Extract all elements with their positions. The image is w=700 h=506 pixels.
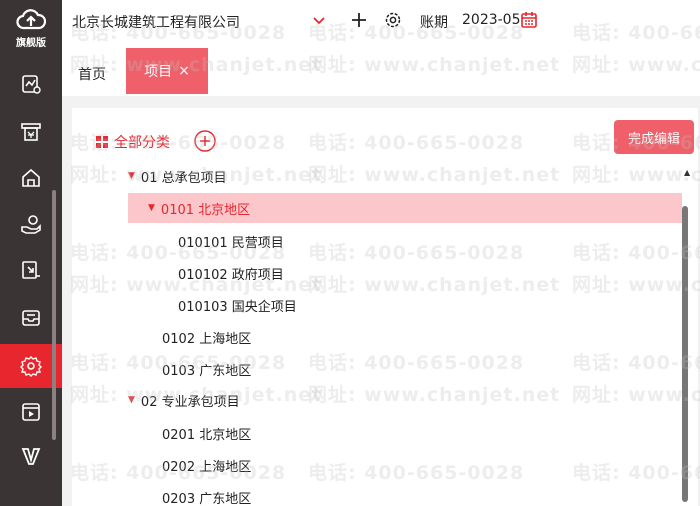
tree-node-label: 010102 政府项目 <box>178 267 284 283</box>
hand-coin-icon <box>21 215 41 234</box>
sidebar-item-v[interactable] <box>0 434 62 478</box>
sidebar-item-report[interactable] <box>0 62 62 106</box>
tree-node[interactable]: 0103 广东地区 <box>162 354 251 384</box>
tree-node-label: 0103 广东地区 <box>162 363 252 379</box>
grid-icon <box>96 136 108 148</box>
sidebar-scrollbar[interactable] <box>52 190 56 440</box>
tree-node[interactable]: 010101 民营项目 <box>178 226 284 256</box>
v-logo-icon <box>21 448 41 465</box>
caret-down-icon[interactable]: ▼ <box>148 203 155 213</box>
close-icon[interactable]: × <box>178 63 190 79</box>
home-icon <box>22 168 40 187</box>
tree-node-label: 02 专业承包项目 <box>140 394 240 410</box>
gear-icon <box>20 356 42 377</box>
tree-node-label: 01 总承包项目 <box>140 170 227 186</box>
all-categories[interactable]: 全部分类 <box>96 132 170 152</box>
top-bar: 北京长城建筑工程有限公司 账期 2023-05 <box>62 0 700 44</box>
tree-node[interactable]: 010103 国央企项目 <box>178 290 297 320</box>
tree-node-label: 0102 上海地区 <box>162 331 252 347</box>
sidebar-item-invoice[interactable] <box>0 110 62 154</box>
all-categories-label: 全部分类 <box>114 135 170 151</box>
category-panel: 全部分类 完成编辑 ▼ 01 总承包项目 ▼ 0101 北京地区 010101 … <box>72 108 698 506</box>
tree-node[interactable]: ▼ 02 专业承包项目 <box>128 385 240 415</box>
tab-project-label: 项目 <box>144 64 173 80</box>
caret-down-icon[interactable]: ▼ <box>128 171 135 181</box>
caret-down-icon[interactable]: ▼ <box>128 395 135 405</box>
chevron-down-icon[interactable] <box>312 13 326 27</box>
video-icon <box>22 403 40 421</box>
document-export-icon <box>22 261 40 279</box>
scroll-up-icon[interactable]: ▲ <box>684 168 690 177</box>
tree-node-selected[interactable]: ▼ 0101 北京地区 <box>128 193 682 223</box>
tab-project[interactable]: 项目 × <box>126 48 208 94</box>
period-value[interactable]: 2023-05 <box>462 12 521 28</box>
tab-bar: 首页 项目 × <box>62 44 700 96</box>
sidebar: 旗舰版 <box>0 0 62 506</box>
tree-scrollbar[interactable] <box>682 206 688 502</box>
finish-edit-button[interactable]: 完成编辑 <box>614 120 694 154</box>
cloud-upload-icon <box>16 8 46 29</box>
tree-node-label: 0203 广东地区 <box>162 491 252 506</box>
report-icon <box>22 75 41 94</box>
tree-node[interactable]: 010102 政府项目 <box>178 258 284 288</box>
calendar-icon[interactable] <box>520 11 538 29</box>
period-label: 账期 <box>420 15 448 31</box>
tray-icon <box>22 310 40 326</box>
tree-node-label: 0101 北京地区 <box>160 202 251 218</box>
tree-node[interactable]: 0203 广东地区 <box>162 482 251 506</box>
edition-label: 旗舰版 <box>16 37 46 49</box>
tree-node[interactable]: 0202 上海地区 <box>162 450 251 480</box>
logo[interactable]: 旗舰版 <box>0 0 62 56</box>
plus-icon[interactable] <box>350 11 368 29</box>
tree-node[interactable]: 0201 北京地区 <box>162 418 251 448</box>
tab-home[interactable]: 首页 <box>78 64 106 84</box>
add-category-icon[interactable] <box>194 130 216 152</box>
tree-node[interactable]: 0102 上海地区 <box>162 322 251 352</box>
tree-node-label: 0202 上海地区 <box>162 459 252 475</box>
tree-node-label: 010103 国央企项目 <box>178 299 297 315</box>
invoice-icon <box>21 123 41 141</box>
tree-node-label: 0201 北京地区 <box>162 427 252 443</box>
gear-icon[interactable] <box>384 11 402 29</box>
company-name[interactable]: 北京长城建筑工程有限公司 <box>72 12 240 32</box>
tree-node-label: 010101 民营项目 <box>178 235 284 251</box>
tree-node[interactable]: ▼ 01 总承包项目 <box>128 161 227 191</box>
